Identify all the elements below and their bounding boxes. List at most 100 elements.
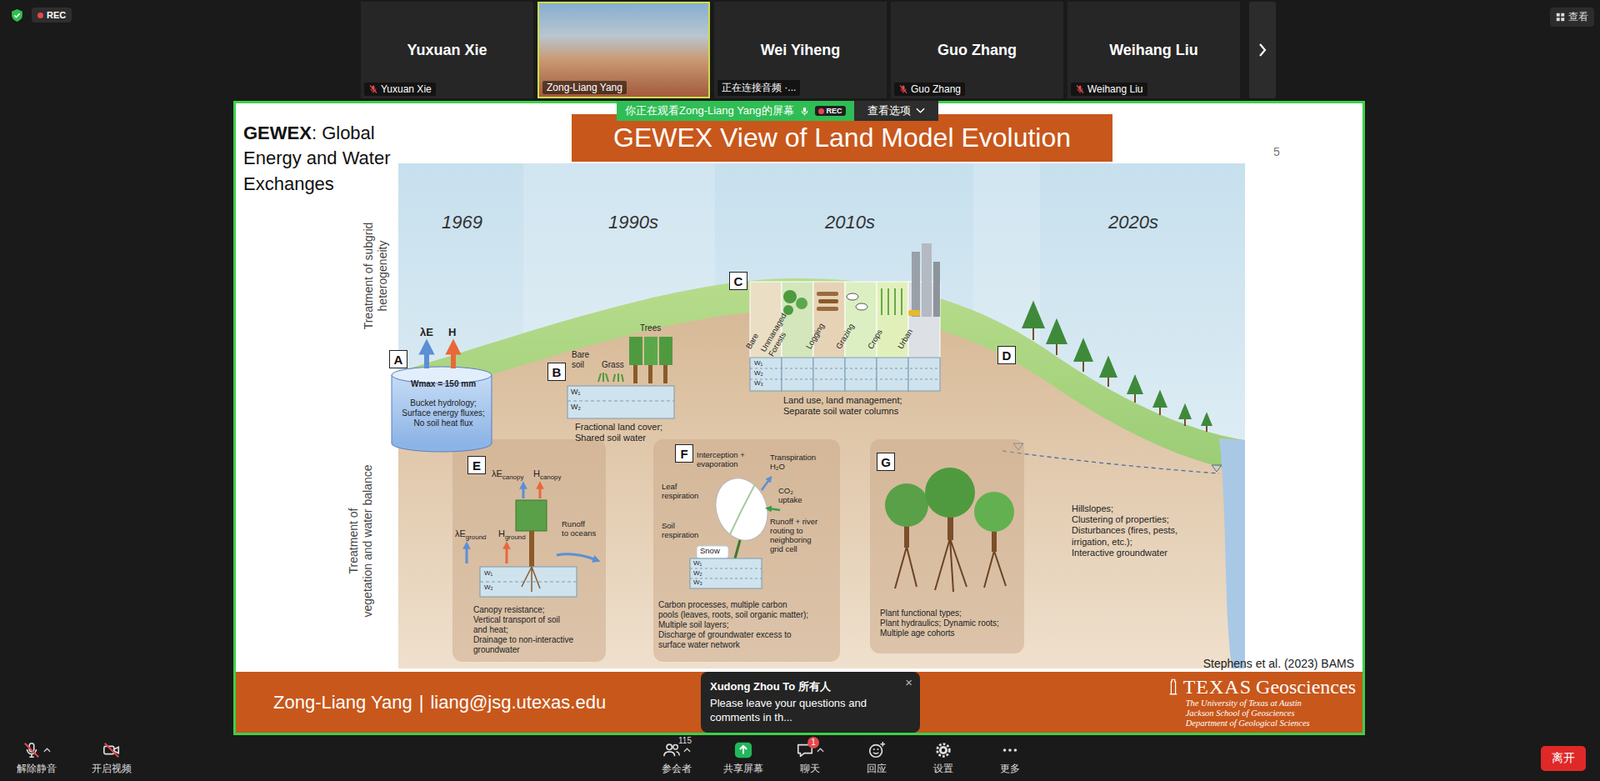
participant-tile[interactable]: Wei Yiheng正在连接音频 ·... bbox=[714, 1, 887, 99]
unread-badge: 1 bbox=[807, 736, 820, 749]
texas-geosciences-logo: TEXASGeosciencesThe University of Texas … bbox=[1167, 675, 1356, 729]
stage-caption: Land use, land management;Separate soil … bbox=[783, 395, 903, 417]
share-button[interactable]: 共享屏幕 bbox=[710, 740, 777, 776]
participants-button[interactable]: 115参会者 bbox=[643, 740, 710, 776]
toolbar-center: 115参会者共享屏幕1聊天回应设置更多 bbox=[643, 740, 1044, 776]
participant-tag: Weihang Liu bbox=[1070, 82, 1148, 96]
slide-title: GEWEX View of Land Model Evolution bbox=[571, 114, 1113, 162]
toast-message: Please leave your questions and comments… bbox=[710, 696, 899, 725]
participant-strip: Yuxuan Xie Yuxuan Xie Zong-Liang Yang Wei Y… bbox=[360, 0, 1276, 101]
diagram-label: W₃ bbox=[693, 578, 703, 586]
grid-view-icon bbox=[1555, 12, 1565, 22]
participant-tile[interactable]: Zong-Liang Yang bbox=[537, 1, 710, 99]
view-options-button[interactable]: 查看选项 bbox=[854, 100, 939, 121]
diagram-label: λEcanopy bbox=[491, 468, 524, 481]
diagram-label: Baresoil bbox=[571, 350, 590, 370]
stage-letter: A bbox=[389, 350, 408, 369]
stage-caption: Bucket hydrology;Surface energy fluxes;N… bbox=[391, 398, 495, 429]
diagram-label: H bbox=[448, 326, 456, 340]
participant-name: Guo Zhang bbox=[937, 41, 1017, 60]
stage-caption: Hillslopes;Clustering of properties;Dist… bbox=[1071, 503, 1178, 559]
share-stage: GEWEX: Global Energy and Water Exchanges… bbox=[0, 100, 1600, 735]
chat-button[interactable]: 1聊天 bbox=[776, 740, 844, 776]
reactions-icon bbox=[867, 740, 886, 760]
recording-label: REC bbox=[46, 10, 66, 20]
top-bar: REC Yuxuan Xie Yuxuan Xie Zong-Liang Yang We… bbox=[0, 0, 1600, 101]
stage-caption: Fractional land cover;Shared soil water bbox=[575, 421, 663, 444]
era-label: 2020s bbox=[1108, 211, 1159, 234]
diagram-label: TranspirationH₂O bbox=[770, 453, 816, 472]
mic-icon bbox=[799, 105, 810, 117]
share-banner: 你正在观看Zong-Liang Yang的屏幕REC查看选项 bbox=[616, 100, 939, 121]
stage-letter: F bbox=[675, 444, 694, 463]
security-shield-icon[interactable] bbox=[10, 8, 25, 23]
toast-close-button[interactable]: × bbox=[905, 675, 913, 690]
stage-letter: C bbox=[729, 271, 748, 290]
chevron-right-icon bbox=[1257, 41, 1268, 59]
diagram-label: W₁ bbox=[570, 387, 581, 396]
participant-name: Yuxuan Xie bbox=[406, 41, 487, 60]
shared-screen: GEWEX: Global Energy and Water Exchanges… bbox=[233, 100, 1365, 735]
diagram-label: Interception +evaporation bbox=[696, 450, 745, 470]
caret-up-icon[interactable] bbox=[683, 747, 691, 753]
view-button[interactable]: 查看 bbox=[1550, 7, 1595, 27]
leave-button[interactable]: 离开 bbox=[1540, 745, 1586, 771]
participants-icon bbox=[662, 740, 681, 760]
axis-label: Treatment ofvegetation and water balance bbox=[346, 465, 375, 618]
participant-tag: 正在连接音频 ·... bbox=[717, 80, 800, 96]
muted-mic-icon bbox=[1075, 84, 1085, 95]
toast-title: Xudong Zhou To 所有人 bbox=[710, 679, 899, 695]
stage-caption: Carbon processes, multiple carbonpools (… bbox=[658, 600, 809, 650]
participant-tile[interactable]: Weihang LiuWeihang Liu bbox=[1067, 1, 1240, 99]
video-icon bbox=[102, 740, 121, 760]
zoom-meeting-window: REC Yuxuan Xie Yuxuan Xie Zong-Liang Yang We… bbox=[0, 0, 1600, 781]
toolbar-left: 解除静音开启视频 bbox=[0, 740, 145, 776]
era-label: 2010s bbox=[825, 211, 875, 234]
diagram-label: Snow bbox=[700, 546, 720, 556]
muted-mic-icon bbox=[898, 84, 909, 95]
recording-badge[interactable]: REC bbox=[31, 7, 72, 23]
meeting-status: REC bbox=[0, 0, 361, 101]
diagram-label: W₃ bbox=[754, 379, 764, 387]
participant-tag: Yuxuan Xie bbox=[364, 82, 436, 96]
participant-tag: Zong-Liang Yang bbox=[542, 80, 627, 95]
diagram-label: Soilrespiration bbox=[661, 521, 699, 540]
diagram-label: W₁ bbox=[693, 559, 702, 567]
reactions-button[interactable]: 回应 bbox=[843, 740, 910, 776]
mic-button[interactable]: 解除静音 bbox=[3, 740, 70, 776]
chevron-down-icon bbox=[915, 107, 925, 115]
settings-icon bbox=[934, 740, 953, 760]
caret-up-icon[interactable] bbox=[43, 747, 51, 753]
participant-tile[interactable]: Yuxuan Xie Yuxuan Xie bbox=[360, 1, 534, 99]
meeting-toolbar: 解除静音开启视频 115参会者共享屏幕1聊天回应设置更多 离开 bbox=[0, 735, 1600, 781]
slide: GEWEX: Global Energy and Water Exchanges… bbox=[235, 103, 1363, 672]
chat-toast[interactable]: Xudong Zhou To 所有人Please leave your ques… bbox=[700, 671, 920, 733]
stage-caption: Canopy resistance;Vertical transport of … bbox=[473, 605, 574, 655]
diagram-label: W₂ bbox=[570, 402, 581, 411]
banner-recording-badge: REC bbox=[815, 105, 846, 116]
diagram-label: Wmax = 150 mm bbox=[391, 379, 495, 390]
diagram-label: λEground bbox=[455, 528, 486, 541]
caret-up-icon[interactable] bbox=[816, 747, 825, 753]
diagram-label: W₂ bbox=[693, 569, 703, 577]
diagram-label: W₂ bbox=[484, 583, 494, 591]
axis-label: Treatment of subgridheterogeneity bbox=[361, 222, 390, 330]
muted-mic-icon bbox=[368, 84, 379, 95]
era-label: 1969 bbox=[441, 211, 483, 234]
diagram-label: Runoff + riverrouting toneighboringgrid … bbox=[770, 517, 818, 555]
participant-tile[interactable]: Guo Zhang Guo Zhang bbox=[890, 1, 1064, 99]
more-button[interactable]: 更多 bbox=[976, 740, 1044, 776]
participant-tag: Guo Zhang bbox=[894, 82, 965, 96]
next-page-button[interactable] bbox=[1249, 1, 1276, 99]
settings-button[interactable]: 设置 bbox=[910, 740, 977, 776]
diagram-label: Trees bbox=[640, 323, 661, 334]
stage-letter: D bbox=[997, 345, 1016, 365]
more-icon bbox=[1000, 740, 1020, 760]
slide-heading: GEWEX: Global Energy and Water Exchanges bbox=[243, 120, 415, 197]
stage-letter: B bbox=[547, 362, 566, 381]
video-button[interactable]: 开启视频 bbox=[78, 740, 145, 776]
stage-letter: E bbox=[467, 455, 486, 475]
participant-count: 115 bbox=[678, 735, 692, 745]
citation: Stephens et al. (2023) BAMS bbox=[1203, 656, 1355, 670]
stage-caption: Plant functional types;Plant hydraulics;… bbox=[880, 608, 1000, 639]
